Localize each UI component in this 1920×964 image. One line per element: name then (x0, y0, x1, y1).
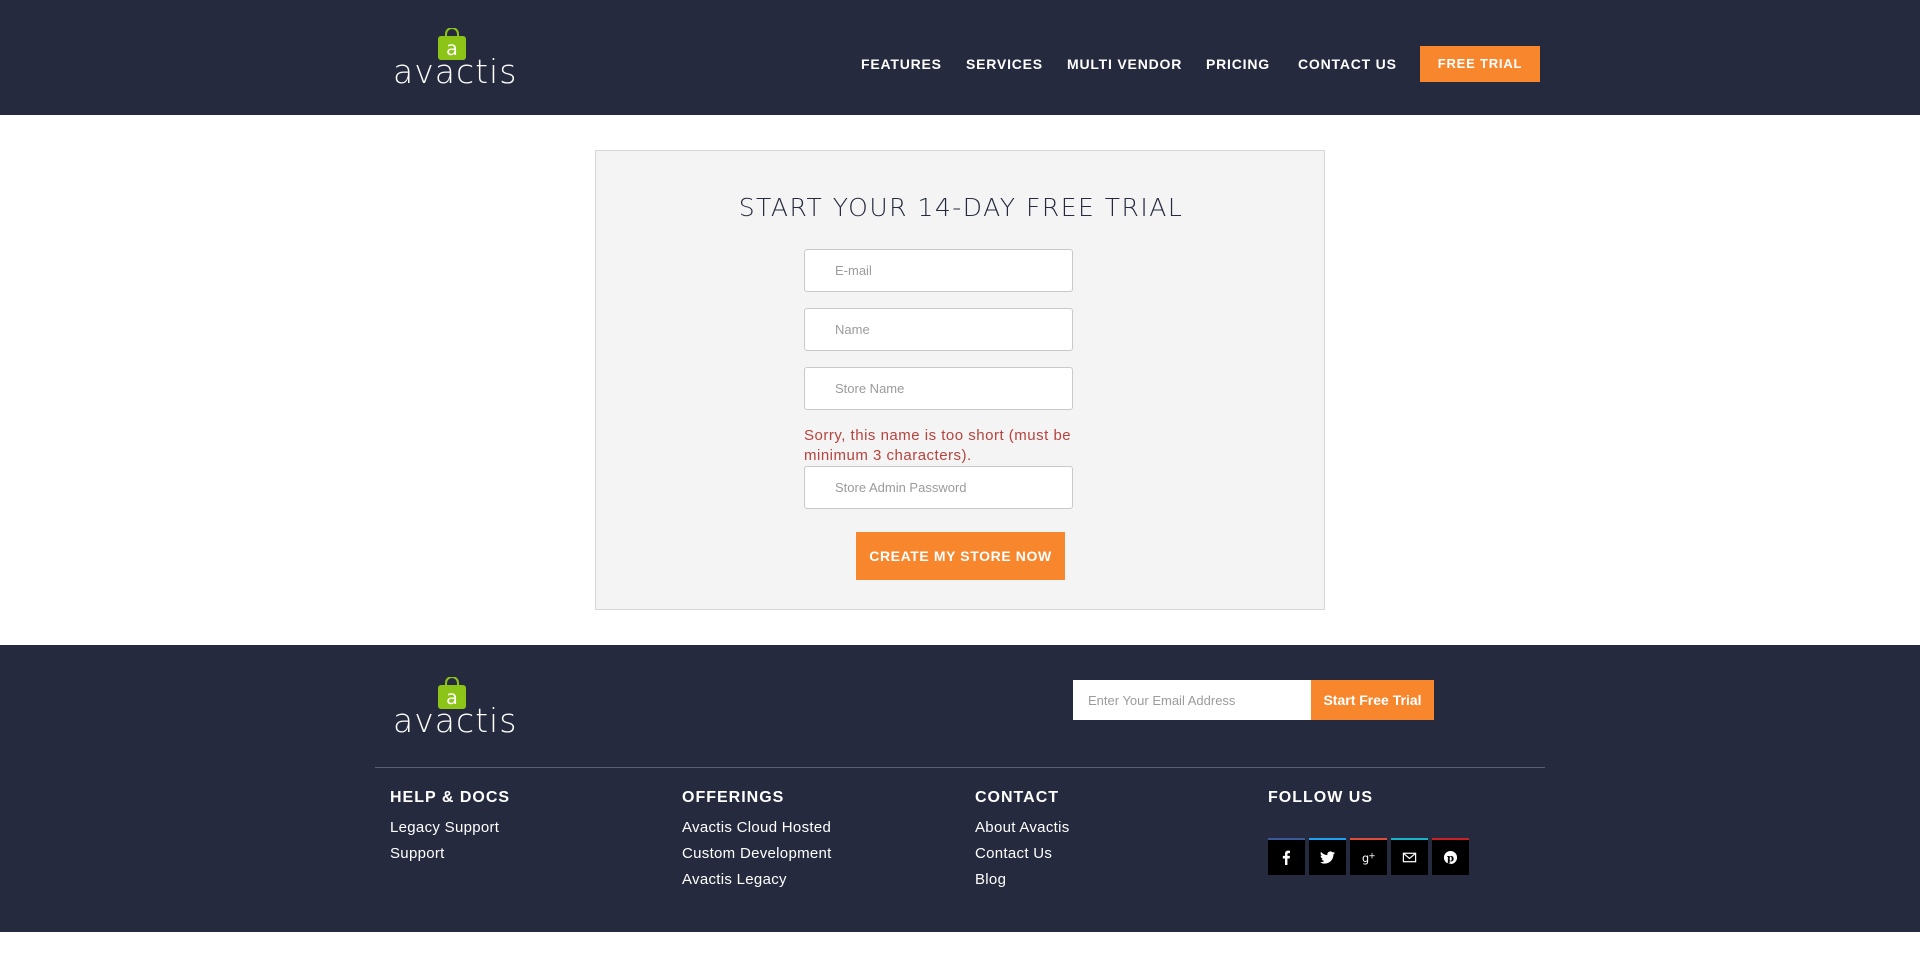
footer-col-help: HELP & DOCS Legacy Support Support (390, 785, 670, 867)
footer-link-custom-development[interactable]: Custom Development (682, 841, 962, 867)
site-footer: a avactis Start Free Trial HELP & DOCS L… (0, 645, 1920, 932)
twitter-icon (1320, 851, 1335, 864)
footer-col-title: FOLLOW US (1268, 789, 1373, 806)
pinterest-button[interactable]: p (1432, 838, 1469, 875)
google-plus-icon: g + (1362, 850, 1376, 865)
twitter-button[interactable] (1309, 838, 1346, 875)
svg-text:p: p (1447, 853, 1454, 865)
footer-link-blog[interactable]: Blog (975, 867, 1255, 893)
store-admin-password-field[interactable] (804, 466, 1073, 509)
footer-link-cloud-hosted[interactable]: Avactis Cloud Hosted (682, 815, 962, 841)
nav-services[interactable]: SERVICES (966, 46, 1043, 82)
store-name-field[interactable] (804, 367, 1073, 410)
site-header: a avactis FEATURES SERVICES MULTI VENDOR… (0, 0, 1920, 115)
footer-col-offerings: OFFERINGS Avactis Cloud Hosted Custom De… (682, 785, 962, 893)
footer-link-avactis-legacy[interactable]: Avactis Legacy (682, 867, 962, 893)
footer-link-contact-us[interactable]: Contact Us (975, 841, 1255, 867)
footer-link-legacy-support[interactable]: Legacy Support (390, 815, 670, 841)
google-plus-button[interactable]: g + (1350, 838, 1387, 875)
footer-col-follow: FOLLOW US (1268, 785, 1548, 811)
email-icon (1402, 852, 1417, 863)
signup-title: START YOUR 14-DAY FREE TRIAL (738, 193, 1184, 222)
main-nav: FEATURES SERVICES MULTI VENDOR PRICING C… (0, 46, 1920, 82)
footer-col-title: HELP & DOCS (390, 789, 511, 806)
footer-link-about[interactable]: About Avactis (975, 815, 1255, 841)
nav-features[interactable]: FEATURES (861, 46, 942, 82)
name-field[interactable] (804, 308, 1073, 351)
nav-contact-us[interactable]: CONTACT US (1298, 46, 1397, 82)
footer-logo-wordmark: avactis (393, 701, 518, 740)
footer-email-input[interactable] (1073, 680, 1311, 720)
pinterest-icon: p (1443, 850, 1458, 865)
email-button[interactable] (1391, 838, 1428, 875)
store-name-error: Sorry, this name is too short (must be m… (804, 427, 1072, 464)
footer-divider (375, 767, 1545, 768)
facebook-button[interactable] (1268, 838, 1305, 875)
footer-col-title: CONTACT (975, 789, 1060, 806)
start-free-trial-button[interactable]: Start Free Trial (1311, 680, 1434, 720)
signup-card: START YOUR 14-DAY FREE TRIAL Sorry, this… (595, 150, 1325, 610)
create-store-button[interactable]: CREATE MY STORE NOW (856, 532, 1065, 580)
bottom-strip (0, 932, 1920, 964)
footer-col-title: OFFERINGS (682, 789, 785, 806)
nav-pricing[interactable]: PRICING (1206, 46, 1270, 82)
footer-logo[interactable]: a avactis (393, 673, 518, 743)
email-field[interactable] (804, 249, 1073, 292)
footer-link-support[interactable]: Support (390, 841, 670, 867)
footer-col-contact: CONTACT About Avactis Contact Us Blog (975, 785, 1255, 893)
facebook-icon (1282, 850, 1290, 865)
nav-multi-vendor[interactable]: MULTI VENDOR (1067, 46, 1182, 82)
free-trial-button[interactable]: FREE TRIAL (1420, 46, 1540, 82)
svg-text:+: + (1369, 850, 1376, 860)
